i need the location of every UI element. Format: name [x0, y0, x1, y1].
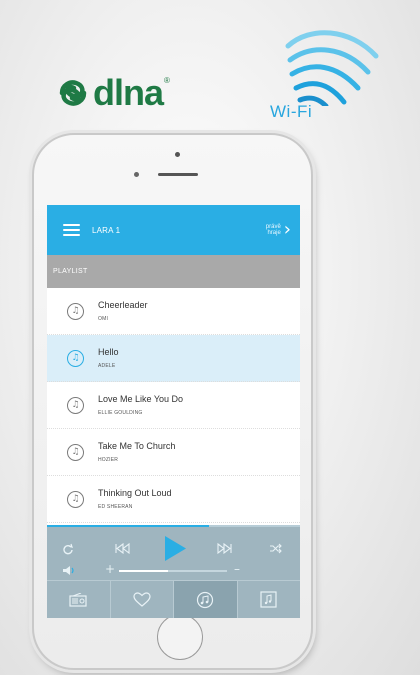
chevron-right-icon: ›: [283, 219, 291, 240]
heart-icon: [133, 592, 151, 607]
home-button[interactable]: [157, 614, 203, 660]
music-note-icon: ♫: [67, 490, 84, 508]
song-list: ♫ Cheerleader OMI ♫ Hello ADELE ♫ Love Me …: [47, 288, 300, 523]
song-artist: ELLIE GOULDING: [98, 410, 143, 416]
music-note-icon: ♫: [67, 396, 84, 414]
phone-speaker: [158, 173, 198, 176]
song-title: Cheerleader: [98, 300, 148, 310]
app-bar: LARA 1 právě hraje ›: [47, 205, 300, 255]
phone-camera: [175, 152, 180, 157]
now-playing-label: právě hraje: [265, 224, 281, 236]
music-note-icon: ♫: [67, 443, 84, 461]
volume-plus-label[interactable]: +: [105, 562, 115, 576]
wifi-logo: Wi-Fi: [270, 16, 410, 126]
music-disc-icon: [197, 591, 214, 608]
tab-favorites[interactable]: [111, 581, 174, 618]
previous-icon[interactable]: [115, 543, 130, 554]
song-row[interactable]: ♫ Love Me Like You Do ELLIE GOULDING: [47, 382, 300, 429]
song-row[interactable]: ♫ Thinking Out Loud ED SHEERAN: [47, 476, 300, 523]
dlna-wordmark: dlna: [93, 72, 164, 113]
volume-icon[interactable]: [62, 565, 75, 576]
next-icon[interactable]: [217, 543, 232, 554]
volume-row: + –: [47, 562, 300, 578]
song-title: Hello: [98, 347, 119, 357]
tab-music[interactable]: [174, 581, 238, 618]
play-icon[interactable]: [163, 535, 187, 562]
hamburger-menu-icon[interactable]: [63, 224, 80, 236]
repeat-icon[interactable]: [62, 543, 74, 555]
volume-slider[interactable]: [119, 570, 227, 572]
song-artist: OMI: [98, 316, 109, 322]
song-row[interactable]: ♫ Take Me To Church HOZIER: [47, 429, 300, 476]
song-row[interactable]: ♫ Cheerleader OMI: [47, 288, 300, 335]
dlna-logo: dlna ®: [56, 72, 170, 113]
now-playing-button[interactable]: právě hraje ›: [259, 221, 291, 239]
music-note-icon: ♫: [67, 302, 84, 320]
wifi-waves-icon: [285, 30, 379, 106]
playlist-header: PLAYLIST: [47, 255, 300, 288]
dlna-symbol-icon: [59, 80, 87, 106]
trademark-symbol: ®: [164, 76, 170, 85]
player-controls: + –: [47, 527, 300, 618]
song-artist: ED SHEERAN: [98, 504, 133, 510]
bottom-tab-bar: [47, 580, 300, 618]
tab-library[interactable]: [238, 581, 301, 618]
song-artist: HOZIER: [98, 457, 119, 463]
wifi-label: Wi-Fi: [270, 102, 313, 121]
app-screen: LARA 1 právě hraje › PLAYLIST ♫ Cheerlea…: [47, 205, 300, 618]
playlist-header-label: PLAYLIST: [53, 268, 88, 275]
song-title: Love Me Like You Do: [98, 394, 184, 404]
tab-radio[interactable]: [47, 581, 111, 618]
volume-minus-label[interactable]: –: [234, 562, 240, 576]
song-title: Thinking Out Loud: [98, 488, 172, 498]
radio-icon: [69, 592, 87, 607]
device-name[interactable]: LARA 1: [92, 226, 259, 235]
music-note-icon: ♫: [67, 349, 84, 367]
song-row-active[interactable]: ♫ Hello ADELE: [47, 335, 300, 382]
song-title: Take Me To Church: [98, 441, 176, 451]
shuffle-icon[interactable]: [269, 543, 282, 554]
song-artist: ADELE: [98, 363, 116, 369]
volume-slider-fill: [119, 570, 168, 572]
phone-sensor: [134, 172, 139, 177]
transport-controls: [47, 533, 300, 563]
music-library-icon: [260, 591, 277, 608]
